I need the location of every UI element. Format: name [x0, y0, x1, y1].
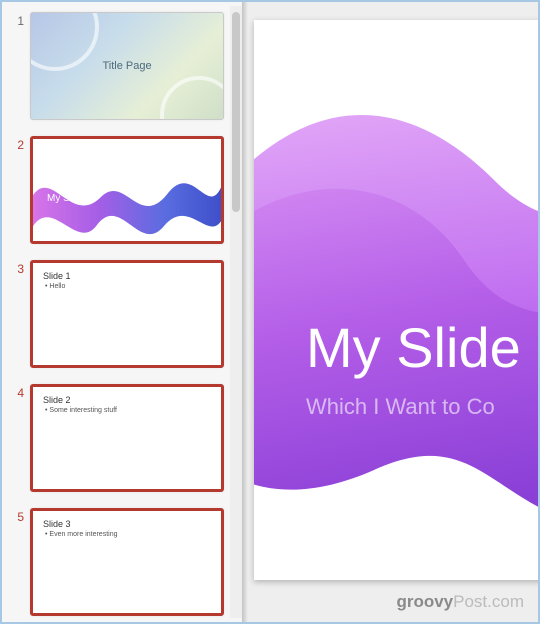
watermark-suffix: Post.com	[453, 592, 524, 611]
wave-graphic-icon	[254, 20, 538, 580]
thumbnail-slide-3[interactable]: Slide 1 • Hello	[30, 260, 224, 368]
thumbnail-row: 1 Title Page	[2, 12, 242, 120]
thumbnail-bullet: • Even more interesting	[33, 531, 221, 538]
thumbnail-bullet: • Hello	[33, 283, 221, 290]
thumbnail-title: Title Page	[102, 60, 151, 72]
slide-thumbnails-panel: 1 Title Page 2	[2, 2, 242, 622]
app-frame: 1 Title Page 2	[0, 0, 540, 624]
decorative-ring	[30, 12, 99, 71]
thumbnail-row: 3 Slide 1 • Hello	[2, 260, 242, 368]
thumbnail-slide-2[interactable]: My Slide	[30, 136, 224, 244]
scrollbar-thumb[interactable]	[232, 12, 240, 212]
wave-graphic-icon	[33, 139, 221, 244]
thumbnails-scrollbar[interactable]	[230, 6, 242, 618]
thumbnail-number: 5	[8, 508, 24, 524]
current-slide-canvas[interactable]: My Slide Which I Want to Co	[254, 20, 538, 580]
watermark: groovyPost.com	[396, 592, 524, 612]
thumbnail-row: 2 My Slide	[2, 136, 242, 244]
thumbnail-title: My Slide	[47, 193, 85, 204]
thumbnail-slide-1[interactable]: Title Page	[30, 12, 224, 120]
thumbnail-number: 2	[8, 136, 24, 152]
thumbnail-number: 1	[8, 12, 24, 28]
decorative-ring	[160, 76, 224, 120]
panel-shadow	[242, 2, 248, 622]
slide-subtitle[interactable]: Which I Want to Co	[306, 394, 495, 420]
slide-editor-area[interactable]: My Slide Which I Want to Co	[242, 2, 538, 622]
watermark-brand: groovy	[396, 592, 453, 611]
thumbnail-title: Slide 3	[33, 511, 221, 531]
thumbnail-title: Slide 1	[33, 263, 221, 283]
thumbnail-slide-4[interactable]: Slide 2 • Some interesting stuff	[30, 384, 224, 492]
thumbnail-title: Slide 2	[33, 387, 221, 407]
thumbnail-bullet: • Some interesting stuff	[33, 407, 221, 414]
slide-title[interactable]: My Slide	[306, 315, 521, 380]
thumbnail-row: 5 Slide 3 • Even more interesting	[2, 508, 242, 616]
thumbnail-row: 4 Slide 2 • Some interesting stuff	[2, 384, 242, 492]
thumbnail-number: 4	[8, 384, 24, 400]
thumbnail-slide-5[interactable]: Slide 3 • Even more interesting	[30, 508, 224, 616]
app-inner: 1 Title Page 2	[2, 2, 538, 622]
thumbnail-number: 3	[8, 260, 24, 276]
